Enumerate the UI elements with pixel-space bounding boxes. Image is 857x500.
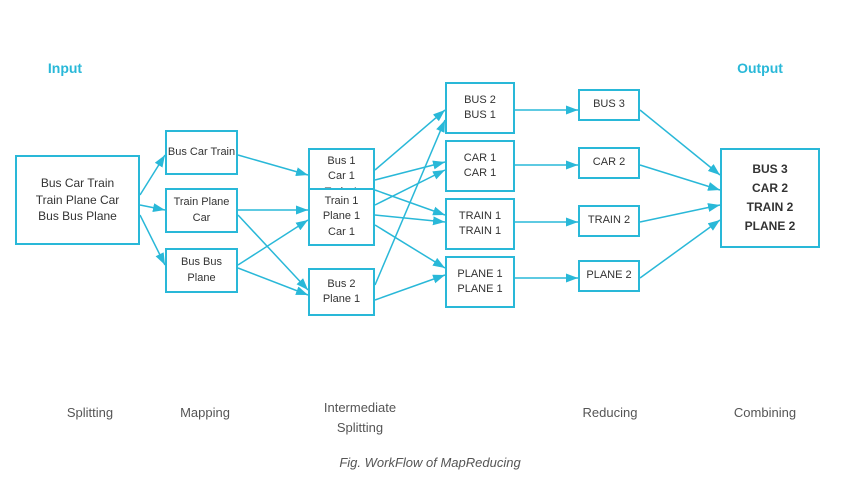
- intermediate-splitting-label: IntermediateSplitting: [310, 398, 410, 437]
- output-box: BUS 3CAR 2TRAIN 2PLANE 2: [720, 148, 820, 248]
- split3-box: Bus 2Plane 1: [308, 268, 375, 316]
- inter1-box: BUS 2BUS 1: [445, 82, 515, 134]
- map1-box: Bus Car Train: [165, 130, 238, 175]
- combining-label: Combining: [720, 405, 810, 420]
- inter2-box: CAR 1CAR 1: [445, 140, 515, 192]
- reduce4-box: PLANE 2: [578, 260, 640, 292]
- reducing-label: Reducing: [570, 405, 650, 420]
- reduce3-box: TRAIN 2: [578, 205, 640, 237]
- map2-box: Train Plane Car: [165, 188, 238, 233]
- inter4-box: PLANE 1PLANE 1: [445, 256, 515, 308]
- reduce1-box: BUS 3: [578, 89, 640, 121]
- split2-box: Train 1Plane 1Car 1: [308, 188, 375, 246]
- input-box: Bus Car TrainTrain Plane CarBus Bus Plan…: [15, 155, 140, 245]
- figure-caption: Fig. WorkFlow of MapReducing: [280, 455, 580, 470]
- splitting-label: Splitting: [30, 405, 150, 420]
- output-label: Output: [720, 60, 800, 76]
- inter3-box: TRAIN 1TRAIN 1: [445, 198, 515, 250]
- map3-box: Bus Bus Plane: [165, 248, 238, 293]
- input-label: Input: [30, 60, 100, 76]
- diagram: Input Bus Car TrainTrain Plane CarBus Bu…: [0, 0, 857, 500]
- reduce2-box: CAR 2: [578, 147, 640, 179]
- mapping-label: Mapping: [165, 405, 245, 420]
